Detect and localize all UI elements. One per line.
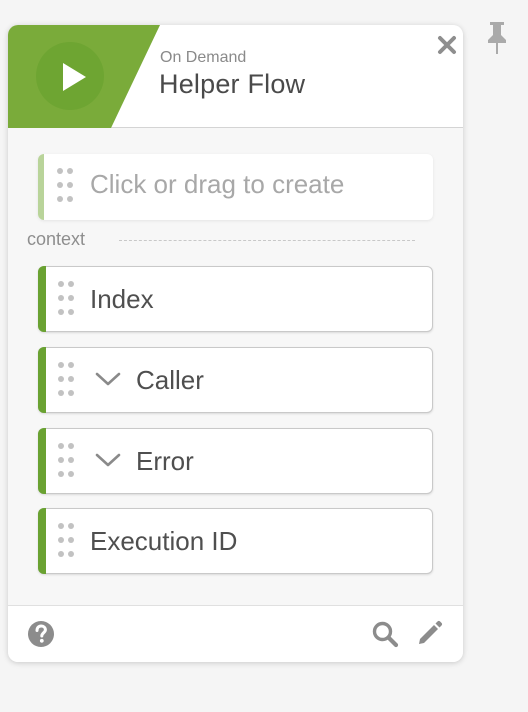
play-button[interactable] bbox=[36, 42, 104, 110]
slot-label: Execution ID bbox=[90, 526, 238, 556]
pin-icon[interactable] bbox=[484, 20, 510, 56]
slot-label: Error bbox=[136, 446, 194, 476]
section-label-context: context bbox=[27, 229, 86, 249]
chevron-down-icon[interactable] bbox=[94, 368, 122, 390]
section-divider bbox=[119, 240, 415, 241]
close-button[interactable] bbox=[437, 35, 457, 55]
slot-item-caller[interactable]: Caller bbox=[38, 347, 433, 413]
flow-card: On Demand Helper Flow Click or drag to c… bbox=[8, 25, 463, 662]
flow-name: Helper Flow bbox=[159, 69, 306, 99]
flow-type-label: On Demand bbox=[160, 49, 247, 66]
slot-accent bbox=[38, 266, 46, 332]
help-icon[interactable] bbox=[27, 620, 55, 648]
chevron-down-icon[interactable] bbox=[94, 449, 122, 471]
slot-accent bbox=[38, 428, 46, 494]
drag-handle-icon[interactable] bbox=[58, 443, 76, 481]
close-icon bbox=[438, 36, 456, 54]
slot-item-error[interactable]: Error bbox=[38, 428, 433, 494]
card-footer bbox=[8, 605, 463, 662]
slot-label: Caller bbox=[136, 365, 204, 395]
slot-item-execution-id[interactable]: Execution ID bbox=[38, 508, 433, 574]
slot-accent bbox=[38, 347, 46, 413]
create-slot-placeholder[interactable]: Click or drag to create bbox=[38, 154, 433, 220]
drag-handle-icon[interactable] bbox=[58, 523, 76, 561]
slot-accent bbox=[38, 154, 44, 220]
flow-header: On Demand Helper Flow bbox=[8, 25, 463, 128]
pencil-icon[interactable] bbox=[416, 619, 444, 647]
search-icon[interactable] bbox=[371, 620, 399, 648]
slot-label: Index bbox=[90, 284, 154, 314]
drag-handle-icon[interactable] bbox=[58, 281, 76, 319]
play-icon bbox=[63, 63, 86, 91]
drag-handle-icon[interactable] bbox=[58, 362, 76, 400]
placeholder-label: Click or drag to create bbox=[90, 169, 345, 199]
slot-accent bbox=[38, 508, 46, 574]
drag-handle-icon[interactable] bbox=[57, 168, 75, 206]
slot-item-index[interactable]: Index bbox=[38, 266, 433, 332]
